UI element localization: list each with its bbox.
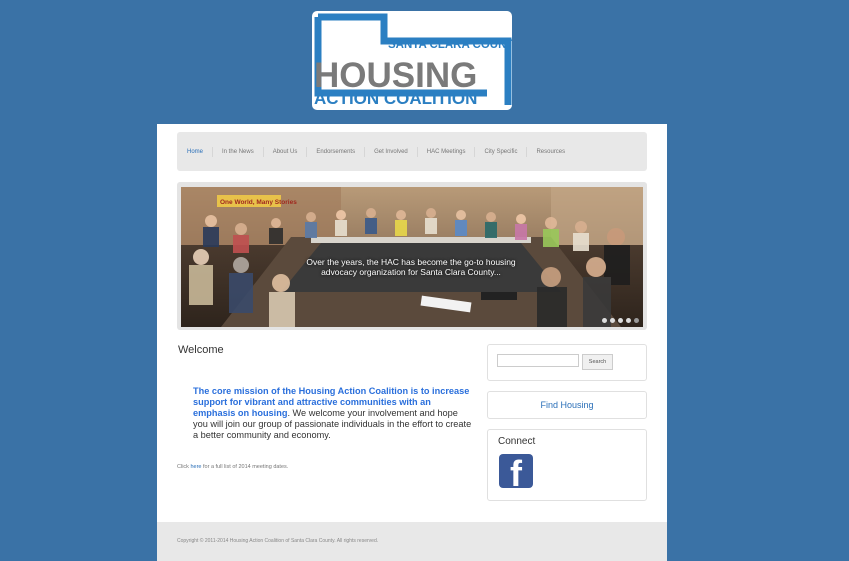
nav-city-specific[interactable]: City Specific <box>474 146 526 157</box>
slider-dot-1[interactable] <box>602 318 607 323</box>
footer: Copyright © 2011-2014 Housing Action Coa… <box>157 522 667 561</box>
search-button[interactable]: Search <box>582 354 613 370</box>
meeting-dates-text: Click here for a full list of 2014 meeti… <box>177 464 288 470</box>
slider-pagination <box>602 318 639 323</box>
logo-coalition: ACTION COALITION <box>314 89 477 108</box>
nav-get-involved[interactable]: Get Involved <box>364 146 417 157</box>
copyright-text: Copyright © 2011-2014 Housing Action Coa… <box>177 538 379 544</box>
connect-widget: Connect f <box>487 429 647 501</box>
facebook-letter: f <box>510 454 522 488</box>
site-logo[interactable]: SANTA CLARA COUNTY HOUSING ACTION COALIT… <box>312 11 512 110</box>
meeting-dates-link[interactable]: here <box>190 464 201 470</box>
mission-statement: The core mission of the Housing Action C… <box>193 386 473 441</box>
find-housing-widget: Find Housing <box>487 391 647 419</box>
banner-text: One World, Many Stories <box>220 199 297 206</box>
nav-resources[interactable]: Resources <box>526 146 574 157</box>
nav-home[interactable]: Home <box>187 147 212 157</box>
slider-dot-2[interactable] <box>610 318 615 323</box>
connect-title: Connect <box>498 436 536 447</box>
page-container: Home In the News About Us Endorsements G… <box>157 124 667 561</box>
meeting-prefix: Click <box>177 464 191 470</box>
slider-dot-4[interactable] <box>626 318 631 323</box>
meeting-suffix: for a full list of 2014 meeting dates. <box>201 464 289 470</box>
welcome-heading: Welcome <box>178 344 224 356</box>
find-housing-link[interactable]: Find Housing <box>540 400 593 410</box>
slide-caption: Over the years, the HAC has become the g… <box>306 257 516 277</box>
slider-dot-5[interactable] <box>634 318 639 323</box>
nav-hac-meetings[interactable]: HAC Meetings <box>416 146 475 157</box>
logo-county: SANTA CLARA COUNTY <box>388 39 512 51</box>
nav-about-us[interactable]: About Us <box>262 146 307 157</box>
slide-photo: One World, Many Stories Over the years, … <box>181 187 643 327</box>
facebook-icon[interactable]: f <box>499 454 533 488</box>
image-slider[interactable]: One World, Many Stories Over the years, … <box>177 182 647 330</box>
main-nav: Home In the News About Us Endorsements G… <box>177 132 647 171</box>
nav-in-the-news[interactable]: In the News <box>212 146 263 157</box>
slider-dot-3[interactable] <box>618 318 623 323</box>
search-input[interactable] <box>497 354 579 367</box>
nav-endorsements[interactable]: Endorsements <box>306 146 364 157</box>
search-widget: Search <box>487 344 647 381</box>
